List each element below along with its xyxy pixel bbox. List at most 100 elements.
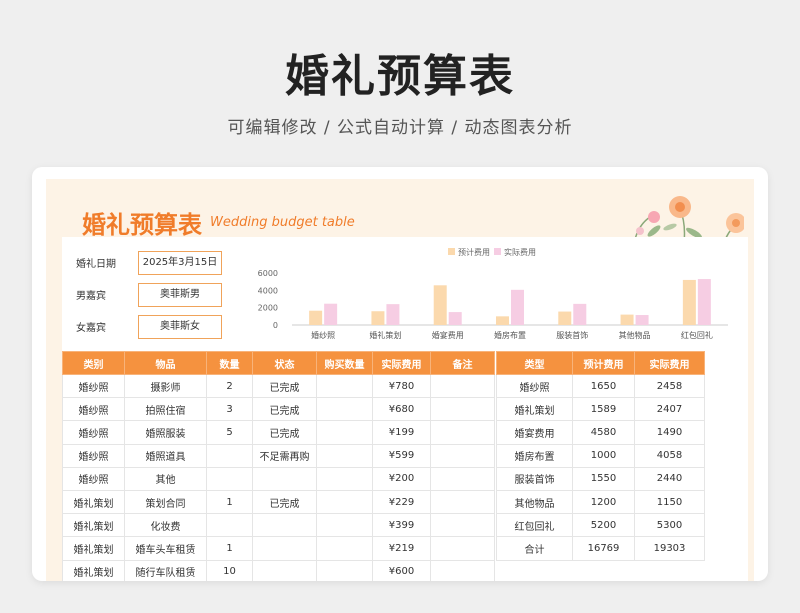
table-cell[interactable]: 婚纱照 — [62, 420, 125, 445]
table-cell[interactable]: ¥229 — [372, 489, 431, 515]
table-cell[interactable]: 1200 — [572, 489, 635, 515]
table-cell[interactable]: 婚纱照 — [496, 373, 573, 399]
table-cell[interactable]: 5200 — [572, 513, 635, 538]
table-cell[interactable] — [430, 513, 495, 538]
table-cell[interactable]: 策划合同 — [124, 489, 207, 515]
sheet-title: 婚礼预算表 — [82, 211, 202, 239]
table-cell[interactable]: 1490 — [634, 420, 705, 445]
table-cell[interactable]: 1150 — [634, 489, 705, 515]
table-cell[interactable]: 婚礼策划 — [62, 513, 125, 538]
table-cell[interactable]: 其他 — [124, 466, 207, 491]
table-cell[interactable]: ¥599 — [372, 443, 431, 468]
actual-bar — [386, 304, 400, 325]
table-cell[interactable] — [430, 559, 495, 581]
table-cell[interactable]: 4580 — [572, 420, 635, 445]
table-cell[interactable] — [316, 420, 373, 445]
table-cell[interactable]: 2407 — [634, 397, 705, 422]
y-tick-label: 6000 — [258, 269, 278, 278]
table-cell[interactable]: 4058 — [634, 443, 705, 468]
table-cell[interactable] — [316, 559, 373, 581]
table-cell[interactable]: 婚礼策划 — [62, 536, 125, 561]
table-cell[interactable]: 其他物品 — [496, 489, 573, 515]
table-cell[interactable]: 婚纱照 — [62, 373, 125, 399]
table-cell[interactable] — [430, 397, 495, 422]
table-cell[interactable] — [252, 536, 317, 561]
groom-field[interactable]: 奥菲斯男 — [138, 283, 222, 307]
table-cell[interactable]: 合计 — [496, 536, 573, 561]
table-cell[interactable]: 1000 — [572, 443, 635, 468]
table-cell[interactable]: 婚照道具 — [124, 443, 207, 468]
table-cell[interactable] — [430, 489, 495, 515]
table-cell[interactable]: 婚纱照 — [62, 466, 125, 491]
table-cell[interactable] — [252, 466, 317, 491]
table-cell[interactable]: 婚纱照 — [62, 397, 125, 422]
table-cell[interactable]: 婚宴费用 — [496, 420, 573, 445]
table-cell[interactable]: 已完成 — [252, 420, 317, 445]
table-cell[interactable] — [206, 443, 253, 468]
table-cell[interactable]: 红包回礼 — [496, 513, 573, 538]
table-cell[interactable]: 婚礼策划 — [62, 559, 125, 581]
table-cell[interactable] — [206, 466, 253, 491]
table-cell[interactable]: 不足需再购 — [252, 443, 317, 468]
table-cell[interactable] — [316, 489, 373, 515]
table-cell[interactable] — [430, 466, 495, 491]
table-cell[interactable] — [316, 397, 373, 422]
y-tick-label: 4000 — [258, 286, 278, 295]
main-header: 数量 — [206, 351, 253, 375]
table-cell[interactable]: 19303 — [634, 536, 705, 561]
table-cell[interactable]: 化妆费 — [124, 513, 207, 538]
table-cell[interactable]: ¥200 — [372, 466, 431, 491]
wedding-date-field[interactable]: 2025年3月15日 — [138, 251, 222, 275]
table-cell[interactable] — [430, 420, 495, 445]
table-cell[interactable]: 1550 — [572, 466, 635, 491]
bride-field[interactable]: 奥菲斯女 — [138, 315, 222, 339]
table-cell[interactable]: 5 — [206, 420, 253, 445]
table-cell[interactable]: 1650 — [572, 373, 635, 399]
table-cell[interactable] — [252, 559, 317, 581]
table-cell[interactable] — [430, 373, 495, 399]
table-cell[interactable]: 服装首饰 — [496, 466, 573, 491]
table-cell[interactable] — [430, 536, 495, 561]
table-cell[interactable]: 16769 — [572, 536, 635, 561]
side-header: 实际费用 — [634, 351, 705, 375]
table-cell[interactable]: 婚车头车租赁 — [124, 536, 207, 561]
table-cell[interactable] — [316, 373, 373, 399]
table-cell[interactable]: 2 — [206, 373, 253, 399]
table-cell[interactable]: 随行车队租赁 — [124, 559, 207, 581]
table-cell[interactable]: 3 — [206, 397, 253, 422]
table-cell[interactable] — [316, 466, 373, 491]
table-cell[interactable]: 已完成 — [252, 397, 317, 422]
table-cell[interactable]: 10 — [206, 559, 253, 581]
table-row: 红包回礼 5200 5300 — [496, 513, 705, 538]
table-cell[interactable]: 婚照服装 — [124, 420, 207, 445]
table-cell[interactable] — [430, 443, 495, 468]
table-cell[interactable]: 已完成 — [252, 489, 317, 515]
table-cell[interactable]: 婚房布置 — [496, 443, 573, 468]
table-cell[interactable]: 拍照住宿 — [124, 397, 207, 422]
table-cell[interactable]: 1 — [206, 489, 253, 515]
main-header: 实际费用 — [372, 351, 431, 375]
table-cell[interactable]: 已完成 — [252, 373, 317, 399]
table-cell[interactable]: 摄影师 — [124, 373, 207, 399]
table-cell[interactable]: 婚礼策划 — [62, 489, 125, 515]
table-cell[interactable]: ¥680 — [372, 397, 431, 422]
table-cell[interactable]: 婚纱照 — [62, 443, 125, 468]
table-cell[interactable] — [206, 513, 253, 538]
table-cell[interactable]: ¥780 — [372, 373, 431, 399]
table-cell[interactable]: ¥219 — [372, 536, 431, 561]
table-row: 婚礼策划 随行车队租赁 10 ¥600 — [62, 559, 495, 581]
table-cell[interactable]: 5300 — [634, 513, 705, 538]
table-cell[interactable]: 1 — [206, 536, 253, 561]
table-cell[interactable] — [316, 536, 373, 561]
table-cell[interactable]: 婚礼策划 — [496, 397, 573, 422]
table-cell[interactable]: 2440 — [634, 466, 705, 491]
table-cell[interactable]: ¥600 — [372, 559, 431, 581]
table-cell[interactable]: ¥399 — [372, 513, 431, 538]
y-tick-label: 0 — [273, 321, 278, 330]
table-cell[interactable]: 1589 — [572, 397, 635, 422]
table-cell[interactable] — [316, 513, 373, 538]
table-cell[interactable]: 2458 — [634, 373, 705, 399]
table-cell[interactable] — [316, 443, 373, 468]
table-cell[interactable] — [252, 513, 317, 538]
table-cell[interactable]: ¥199 — [372, 420, 431, 445]
